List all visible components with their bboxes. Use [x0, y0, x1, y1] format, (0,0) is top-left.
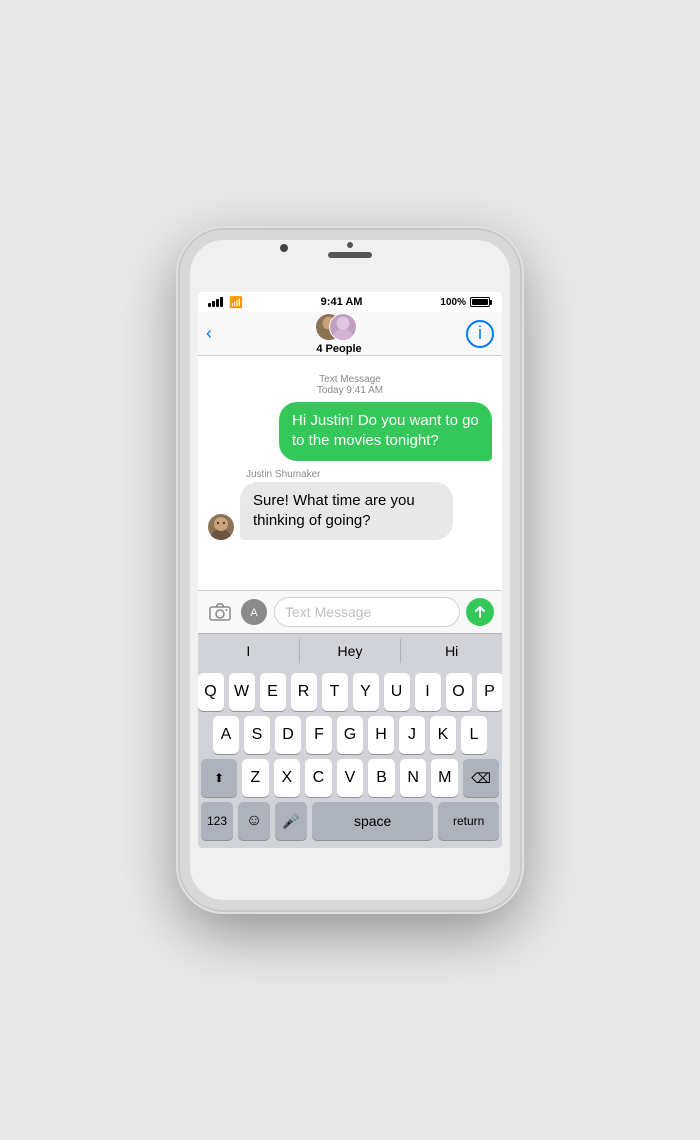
outgoing-message: Hi Justin! Do you want to go to the movi… — [208, 402, 492, 461]
autocomplete-i[interactable]: I — [198, 639, 300, 663]
key-h[interactable]: H — [368, 716, 394, 754]
battery-percent: 100% — [440, 297, 466, 308]
keyboard-row-bottom: 123 ☺ 🎤 space return — [201, 802, 499, 840]
keyboard: Q W E R T Y U I O P A S D F G H J — [198, 667, 502, 848]
numbers-key[interactable]: 123 — [201, 802, 233, 840]
status-bar: 📶 9:41 AM 100% — [198, 292, 502, 312]
key-z[interactable]: Z — [242, 759, 269, 797]
outgoing-bubble: Hi Justin! Do you want to go to the movi… — [279, 402, 492, 461]
keyboard-row-2: A S D F G H J K L — [201, 716, 499, 754]
wifi-icon: 📶 — [229, 296, 243, 309]
speaker — [328, 252, 372, 258]
back-button[interactable]: ‹ — [206, 323, 212, 344]
emoji-key[interactable]: ☺ — [238, 802, 270, 840]
nav-bar: ‹ 4 People — [198, 312, 502, 356]
key-j[interactable]: J — [399, 716, 425, 754]
camera-button[interactable] — [206, 598, 234, 626]
input-area: A Text Message — [198, 590, 502, 633]
nav-center: 4 People — [315, 313, 363, 355]
key-a[interactable]: A — [213, 716, 239, 754]
send-button[interactable] — [466, 598, 494, 626]
message-type: Text Message — [208, 374, 492, 385]
shift-key[interactable]: ⬆ — [201, 759, 237, 797]
key-l[interactable]: L — [461, 716, 487, 754]
incoming-message-wrapper: Justin Shumaker Sure! What time are you … — [208, 469, 492, 541]
autocomplete-bar: I Hey Hi — [198, 633, 502, 667]
avatar-2 — [329, 313, 357, 341]
message-time: Today 9:41 AM — [208, 385, 492, 396]
message-timestamp: Text Message Today 9:41 AM — [208, 374, 492, 396]
key-p[interactable]: P — [477, 673, 503, 711]
keyboard-row-3: ⬆ Z X C V B N M ⌫ — [201, 759, 499, 797]
key-s[interactable]: S — [244, 716, 270, 754]
phone-frame: 📶 9:41 AM 100% ‹ — [180, 230, 520, 910]
signal-bars — [208, 297, 223, 307]
incoming-bubble: Sure! What time are you thinking of goin… — [240, 482, 453, 541]
sender-avatar — [208, 514, 234, 540]
message-input[interactable]: Text Message — [274, 597, 460, 627]
mic-key[interactable]: 🎤 — [275, 802, 307, 840]
svg-text:A: A — [250, 607, 258, 619]
notch — [328, 242, 372, 258]
apps-button[interactable]: A — [240, 598, 268, 626]
key-o[interactable]: O — [446, 673, 472, 711]
autocomplete-hi[interactable]: Hi — [401, 639, 502, 663]
key-u[interactable]: U — [384, 673, 410, 711]
sender-name: Justin Shumaker — [246, 469, 492, 480]
group-avatars — [315, 313, 363, 341]
key-c[interactable]: C — [305, 759, 332, 797]
status-time: 9:41 AM — [321, 296, 363, 308]
key-y[interactable]: Y — [353, 673, 379, 711]
key-r[interactable]: R — [291, 673, 317, 711]
return-key[interactable]: return — [438, 802, 499, 840]
key-e[interactable]: E — [260, 673, 286, 711]
key-i[interactable]: I — [415, 673, 441, 711]
autocomplete-hey[interactable]: Hey — [300, 639, 402, 663]
keyboard-row-1: Q W E R T Y U I O P — [201, 673, 499, 711]
battery-icon — [470, 297, 492, 307]
key-g[interactable]: G — [337, 716, 363, 754]
status-left: 📶 — [208, 296, 243, 309]
key-q[interactable]: Q — [198, 673, 224, 711]
phone-screen: 📶 9:41 AM 100% ‹ — [198, 292, 502, 848]
incoming-message: Sure! What time are you thinking of goin… — [208, 482, 492, 541]
key-d[interactable]: D — [275, 716, 301, 754]
group-name: 4 People — [316, 343, 361, 355]
messages-area: Text Message Today 9:41 AM Hi Justin! Do… — [198, 356, 502, 590]
camera-dot — [347, 242, 353, 248]
input-placeholder: Text Message — [285, 604, 371, 620]
front-camera — [280, 244, 288, 252]
key-n[interactable]: N — [400, 759, 427, 797]
key-m[interactable]: M — [431, 759, 458, 797]
key-b[interactable]: B — [368, 759, 395, 797]
key-v[interactable]: V — [337, 759, 364, 797]
space-key[interactable]: space — [312, 802, 433, 840]
key-k[interactable]: K — [430, 716, 456, 754]
key-w[interactable]: W — [229, 673, 255, 711]
status-right: 100% — [440, 297, 492, 308]
key-f[interactable]: F — [306, 716, 332, 754]
key-x[interactable]: X — [274, 759, 301, 797]
info-button[interactable]: i — [466, 320, 494, 348]
delete-key[interactable]: ⌫ — [463, 759, 499, 797]
key-t[interactable]: T — [322, 673, 348, 711]
